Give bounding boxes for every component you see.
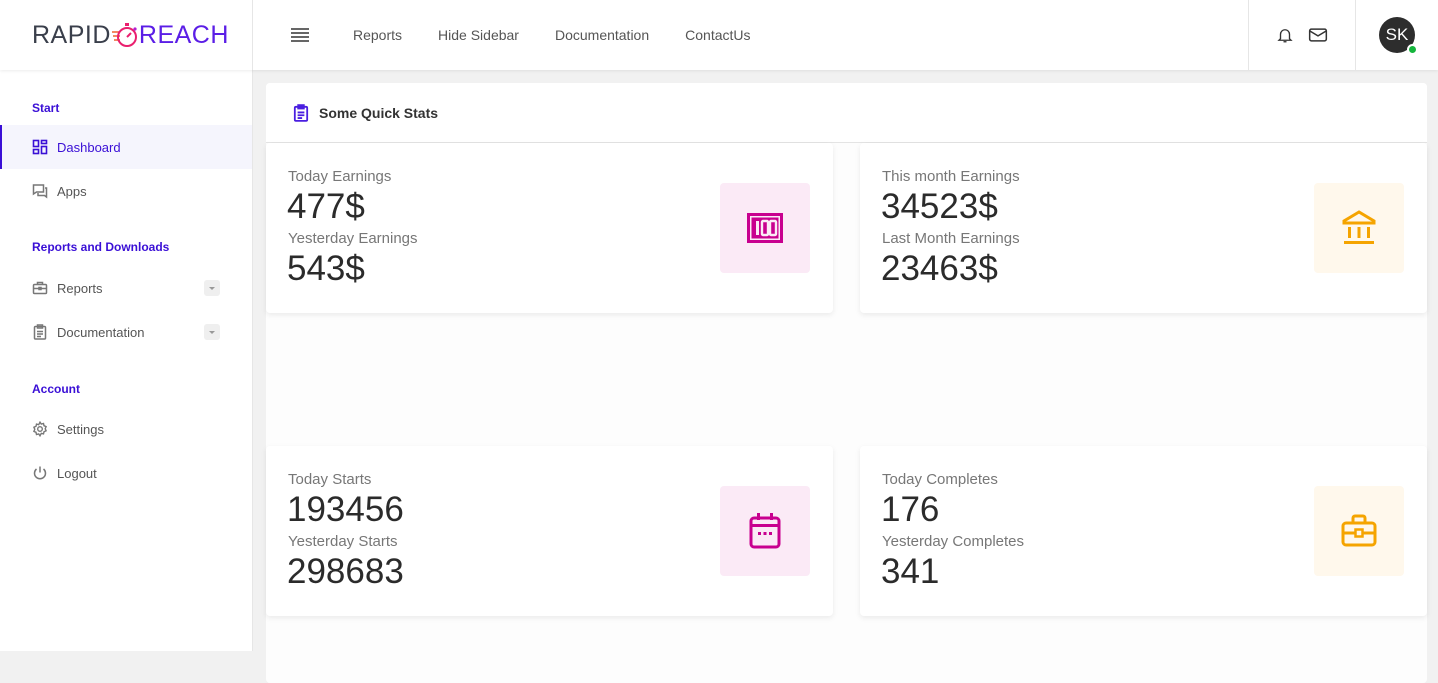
user-area: SK (1356, 0, 1438, 70)
clipboard-list-icon (292, 103, 310, 122)
stat-card-completes: Today Completes 176 Yesterday Completes … (860, 446, 1427, 616)
expand-caret-icon[interactable] (204, 280, 220, 296)
stat-icon-box (720, 486, 810, 576)
bell-icon[interactable] (1276, 26, 1294, 44)
stat-label: Today Starts (288, 471, 372, 488)
stat-value: 34523$ (881, 187, 998, 226)
panel-title: Some Quick Stats (319, 104, 439, 121)
sidebar-item-label: Settings (57, 421, 104, 437)
mail-icon[interactable] (1308, 26, 1328, 44)
nav-documentation[interactable]: Documentation (555, 27, 649, 43)
dashboard-grid-icon (32, 139, 48, 155)
stat-value: 23463$ (881, 249, 998, 288)
stopwatch-icon (111, 23, 137, 47)
stat-value: 543$ (287, 249, 365, 288)
sidebar-item-label: Apps (57, 183, 87, 199)
top-header: RAPID REACH Reports Hide Sidebar Documen… (0, 0, 1438, 70)
sidebar-item-documentation[interactable]: Documentation (0, 310, 252, 354)
stat-card-month-earnings: This month Earnings 34523$ Last Month Ea… (860, 143, 1427, 313)
stat-label: This month Earnings (882, 168, 1020, 185)
stat-label: Today Earnings (288, 168, 392, 185)
sidebar-section-start: Start (32, 101, 60, 115)
nav-contact-us[interactable]: ContactUs (685, 27, 750, 43)
stat-label: Last Month Earnings (882, 230, 1020, 247)
stat-value: 298683 (287, 552, 404, 591)
sidebar: Start Dashboard Apps Reports and Downloa… (0, 70, 253, 651)
stat-icon-box (720, 183, 810, 273)
bank-icon (1342, 210, 1376, 244)
stat-label: Yesterday Starts (288, 533, 398, 550)
sidebar-item-label: Documentation (57, 324, 145, 340)
quick-stats-panel: Some Quick Stats Today Earnings 477$ Yes… (266, 83, 1427, 683)
sidebar-item-apps[interactable]: Apps (0, 169, 252, 213)
stat-value: 193456 (287, 490, 404, 529)
online-status-dot (1407, 44, 1418, 55)
header-icon-group (1248, 0, 1356, 70)
nav-hide-sidebar[interactable]: Hide Sidebar (438, 27, 519, 43)
stat-card-today-earnings: Today Earnings 477$ Yesterday Earnings 5… (266, 143, 833, 313)
stat-icon-box (1314, 183, 1404, 273)
sidebar-item-settings[interactable]: Settings (0, 407, 252, 451)
briefcase-icon (1341, 514, 1377, 547)
stat-label: Yesterday Earnings (288, 230, 418, 247)
stat-label: Yesterday Completes (882, 533, 1025, 550)
sidebar-item-label: Reports (57, 280, 103, 296)
logo-area: RAPID REACH (0, 0, 253, 70)
panel-header: Some Quick Stats (266, 83, 1427, 143)
cash-100-icon (747, 213, 783, 243)
sidebar-item-logout[interactable]: Logout (0, 451, 252, 495)
avatar-initials: SK (1385, 25, 1409, 44)
sidebar-item-reports[interactable]: Reports (0, 266, 252, 310)
calendar-icon (749, 513, 781, 549)
sidebar-item-dashboard[interactable]: Dashboard (0, 125, 252, 169)
power-icon (32, 465, 48, 481)
stat-value: 477$ (287, 187, 365, 226)
stat-label: Today Completes (882, 471, 998, 488)
stat-icon-box (1314, 486, 1404, 576)
top-nav: Reports Hide Sidebar Documentation Conta… (253, 0, 1248, 70)
sidebar-item-label: Logout (57, 465, 97, 481)
clipboard-icon (32, 324, 48, 340)
avatar[interactable]: SK (1379, 17, 1418, 55)
logo-text-left: RAPID (32, 20, 111, 49)
expand-caret-icon[interactable] (204, 324, 220, 340)
stat-value: 341 (881, 552, 940, 591)
logo-text-right: REACH (138, 20, 229, 49)
stat-value: 176 (881, 490, 940, 529)
brand-logo[interactable]: RAPID REACH (32, 21, 229, 50)
hamburger-icon[interactable] (291, 28, 309, 42)
stat-card-starts: Today Starts 193456 Yesterday Starts 298… (266, 446, 833, 616)
sidebar-item-label: Dashboard (57, 139, 121, 155)
briefcase-icon (32, 280, 48, 296)
sidebar-section-reports: Reports and Downloads (32, 240, 170, 254)
chat-icon (32, 183, 48, 199)
nav-reports[interactable]: Reports (353, 27, 402, 43)
sidebar-section-account: Account (32, 382, 80, 396)
gear-icon (32, 421, 48, 437)
